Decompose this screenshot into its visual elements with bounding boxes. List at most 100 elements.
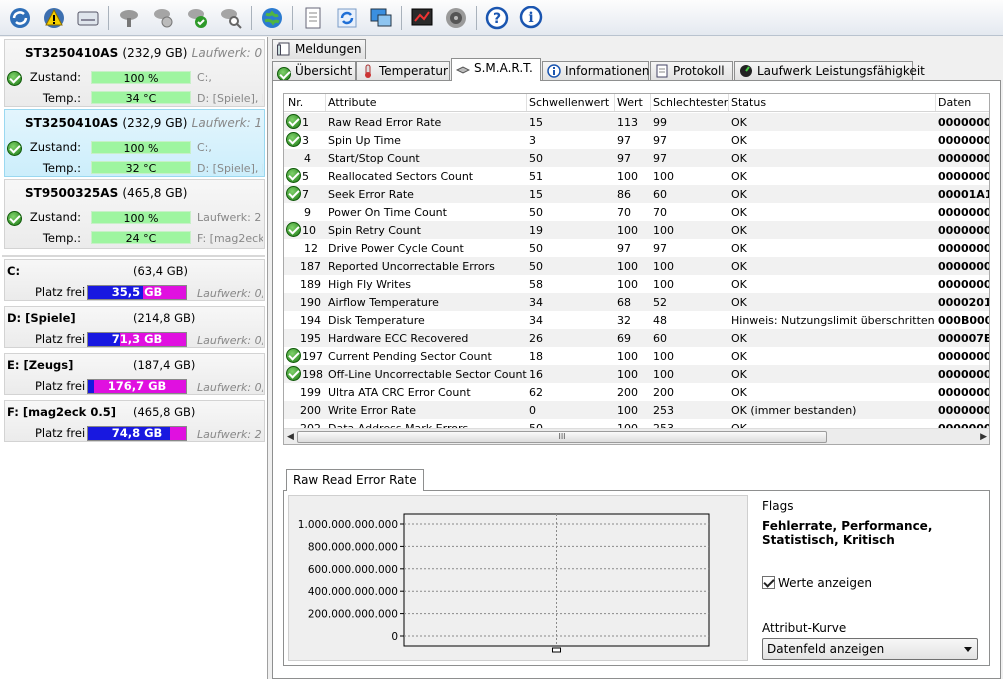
cell-status: OK bbox=[731, 206, 747, 219]
tab-protokoll[interactable]: Protokoll bbox=[650, 61, 733, 81]
info-icon[interactable]: i bbox=[517, 4, 544, 31]
partition-item[interactable]: E: [Zeugs] (187,4 GB) Platz frei 176,7 GB La… bbox=[4, 353, 265, 395]
column-header[interactable]: Schwellenwert bbox=[529, 96, 609, 109]
table-row[interactable]: 1 Raw Read Error Rate 15 113 99 OK 000000000 bbox=[284, 113, 989, 131]
table-row[interactable]: 3 Spin Up Time 3 97 97 OK 000000000 bbox=[284, 131, 989, 149]
cell-attr: Power On Time Count bbox=[328, 206, 447, 219]
cell-val: 97 bbox=[617, 152, 631, 165]
state-label: Zustand: bbox=[29, 210, 81, 224]
cell-status: OK bbox=[731, 368, 747, 381]
svg-text:i: i bbox=[528, 10, 533, 26]
tab-uebersicht[interactable]: Übersicht bbox=[272, 61, 356, 81]
tab-informationen[interactable]: Informationen bbox=[542, 61, 649, 81]
column-separator[interactable] bbox=[650, 94, 651, 111]
tab-temperatur[interactable]: Temperatur bbox=[356, 61, 450, 81]
monitor-icon[interactable] bbox=[367, 4, 394, 31]
table-row[interactable]: 190 Airflow Temperature 34 68 52 OK 000020150 bbox=[284, 293, 989, 311]
show-values-checkbox[interactable]: Werte anzeigen bbox=[762, 576, 872, 590]
disk-item[interactable]: ST9500325AS (465,8 GB) Zustand: 100 % Lauf… bbox=[4, 179, 265, 249]
column-header[interactable]: Daten bbox=[938, 96, 971, 109]
partition-item[interactable]: F: [mag2eck 0.5] (465,8 GB) Platz frei 74,8… bbox=[4, 400, 265, 442]
checkbox-checked-icon[interactable] bbox=[762, 576, 775, 589]
tab-smart-label: S.M.A.R.T. bbox=[474, 61, 533, 75]
temp-label: Temp.: bbox=[42, 231, 81, 245]
cell-status: OK bbox=[731, 134, 747, 147]
chart-icon[interactable] bbox=[408, 4, 435, 31]
cell-attr: Ultra ATA CRC Error Count bbox=[328, 386, 471, 399]
disk-search-icon[interactable] bbox=[217, 4, 244, 31]
smart-panel: Nr. Attribute Schwellenwert Wert Schlechtest… bbox=[272, 80, 1001, 679]
globe-icon[interactable] bbox=[258, 4, 285, 31]
scroll-right-icon[interactable]: ▶ bbox=[980, 432, 987, 442]
horizontal-scrollbar[interactable]: ◀ III ▶ bbox=[284, 428, 989, 444]
refresh-icon[interactable] bbox=[6, 4, 33, 31]
drive-icon[interactable] bbox=[74, 4, 101, 31]
y-tick-label: 600.000.000.000 bbox=[308, 564, 398, 576]
temperature-bar: 32 °C bbox=[91, 161, 191, 175]
cell-nr: 5 bbox=[302, 170, 309, 183]
cell-thr: 58 bbox=[529, 278, 543, 291]
disk-name: ST3250410AS bbox=[25, 116, 119, 130]
tab-leistungsfaehigkeit[interactable]: Laufwerk Leistungsfähigkeit bbox=[734, 61, 925, 81]
disk-capacity: (465,8 GB) bbox=[122, 186, 188, 200]
table-row[interactable]: 195 Hardware ECC Recovered 26 69 60 OK 000007E… bbox=[284, 329, 989, 347]
tab-attribute-detail[interactable]: Raw Read Error Rate bbox=[286, 469, 424, 491]
table-row[interactable]: 4 Start/Stop Count 50 97 97 OK 000000000 bbox=[284, 149, 989, 167]
table-row[interactable]: 198 Off-Line Uncorrectable Sector Count 16… bbox=[284, 365, 989, 383]
cell-worst: 60 bbox=[653, 332, 667, 345]
column-header[interactable]: Nr. bbox=[288, 96, 303, 109]
scroll-left-icon[interactable]: ◀ bbox=[287, 432, 294, 442]
tab-smart[interactable]: S.M.A.R.T. bbox=[451, 58, 541, 81]
column-header[interactable]: Wert bbox=[617, 96, 643, 109]
table-row[interactable]: 12 Drive Power Cycle Count 50 97 97 OK 0000000… bbox=[284, 239, 989, 257]
column-header[interactable]: Schlechtester bbox=[653, 96, 728, 109]
table-row[interactable]: 187 Reported Uncorrectable Errors 50 100 100… bbox=[284, 257, 989, 275]
table-row[interactable]: 197 Current Pending Sector Count 18 100 100 O… bbox=[284, 347, 989, 365]
table-row[interactable]: 200 Write Error Rate 0 100 253 OK (immer best… bbox=[284, 401, 989, 419]
column-header[interactable]: Status bbox=[731, 96, 766, 109]
scroll-thumb[interactable]: III bbox=[297, 431, 827, 443]
free-space-bar: 176,7 GB bbox=[87, 379, 187, 394]
cell-worst: 200 bbox=[653, 386, 674, 399]
table-row[interactable]: 194 Disk Temperature 34 32 48 Hinweis: Nutzun… bbox=[284, 311, 989, 329]
table-row[interactable]: 199 Ultra ATA CRC Error Count 62 200 200 OK 00… bbox=[284, 383, 989, 401]
right-panel: Meldungen Übersicht Temperatur S.M.A.R.T. I… bbox=[270, 37, 1003, 679]
speaker-icon[interactable] bbox=[442, 4, 469, 31]
help-icon[interactable]: ? bbox=[483, 4, 510, 31]
cell-val: 100 bbox=[617, 260, 638, 273]
disk-partitions-info: D: [Spiele], E: bbox=[197, 162, 263, 175]
column-header[interactable]: Attribute bbox=[328, 96, 377, 109]
table-row[interactable]: 10 Spin Retry Count 19 100 100 OK 000000000 bbox=[284, 221, 989, 239]
table-row[interactable]: 5 Reallocated Sectors Count 51 100 100 OK 0000… bbox=[284, 167, 989, 185]
cell-worst: 100 bbox=[653, 350, 674, 363]
tab-meldungen[interactable]: Meldungen bbox=[272, 39, 366, 59]
cell-worst: 100 bbox=[653, 170, 674, 183]
cell-nr: 4 bbox=[304, 152, 311, 165]
table-row[interactable]: 7 Seek Error Rate 15 86 60 OK 00001A1E0 bbox=[284, 185, 989, 203]
table-row[interactable]: 189 High Fly Writes 58 100 100 OK 000000000 bbox=[284, 275, 989, 293]
disk-grey-icon[interactable] bbox=[115, 4, 142, 31]
curve-select[interactable]: Datenfeld anzeigen bbox=[762, 638, 978, 660]
disk-partitions-info: D: [Spiele], E: bbox=[197, 92, 263, 105]
sync-icon[interactable] bbox=[333, 4, 360, 31]
partition-item[interactable]: D: [Spiele] (214,8 GB) Platz frei 71,3 GB La… bbox=[4, 306, 265, 348]
disk-item[interactable]: ST3250410AS (232,9 GB) Laufwerk: 1 Zustan… bbox=[4, 109, 265, 177]
cell-nr: 189 bbox=[300, 278, 321, 291]
disk-grey-2-icon[interactable] bbox=[149, 4, 176, 31]
partition-item[interactable]: C: (63,4 GB) Platz frei 35,5 GB Laufwerk: 0,… bbox=[4, 259, 265, 301]
cell-attr: High Fly Writes bbox=[328, 278, 411, 291]
table-row[interactable]: 9 Power On Time Count 50 70 70 OK 000000006 bbox=[284, 203, 989, 221]
cell-status: OK bbox=[731, 242, 747, 255]
column-separator[interactable] bbox=[935, 94, 936, 111]
disk-check-icon[interactable] bbox=[183, 4, 210, 31]
column-separator[interactable] bbox=[614, 94, 615, 111]
disk-item[interactable]: ST3250410AS (232,9 GB) Laufwerk: 0 Zustan… bbox=[4, 39, 265, 107]
column-separator[interactable] bbox=[728, 94, 729, 111]
document-icon[interactable] bbox=[299, 4, 326, 31]
y-tick-label: 400.000.000.000 bbox=[308, 586, 398, 598]
column-separator[interactable] bbox=[325, 94, 326, 111]
chevron-down-icon[interactable] bbox=[964, 647, 972, 652]
disk-partitions-info: F: [mag2eck 0 bbox=[197, 232, 263, 245]
warning-icon[interactable] bbox=[40, 4, 67, 31]
column-separator[interactable] bbox=[526, 94, 527, 111]
